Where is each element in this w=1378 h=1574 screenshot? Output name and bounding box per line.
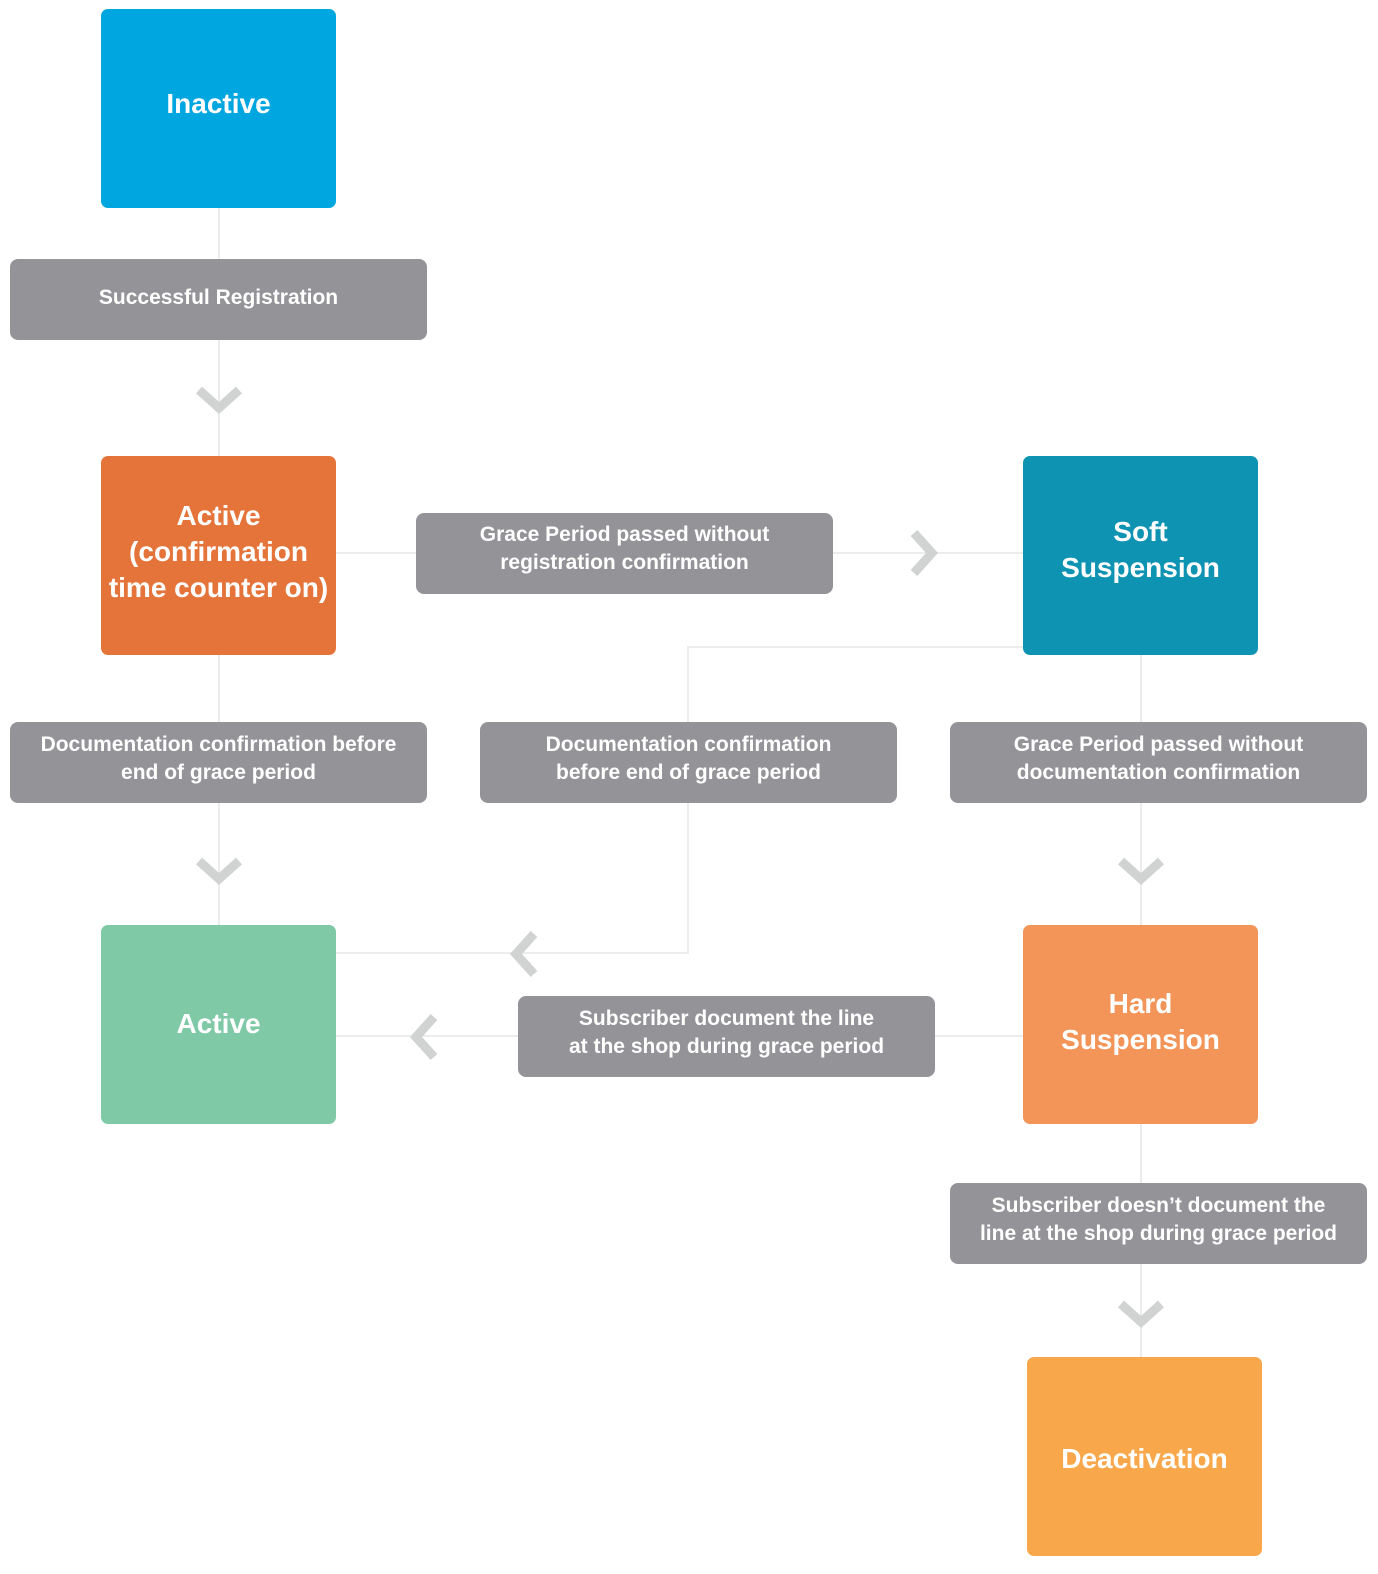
transition-subscriber-not-documents-label: Subscriber doesn’t document the line at … [979, 1193, 1338, 1245]
chevron-right-icon [900, 529, 948, 577]
transition-subscriber-documents-label: Subscriber document the line at the shop… [568, 1006, 885, 1058]
chevron-left-icon [500, 930, 548, 978]
transition-successful-registration-label: Successful Registration [98, 285, 339, 309]
state-inactive[interactable]: Inactive [101, 9, 336, 208]
transition-successful-registration[interactable]: Successful Registration [10, 259, 427, 340]
chevron-left-icon [400, 1013, 448, 1061]
chevron-down-icon [195, 847, 243, 895]
transition-doc-confirm-left[interactable]: Documentation confirmation before end of… [10, 722, 427, 803]
connector-soft-suspension-to-active-h1 [687, 646, 1024, 648]
transition-doc-confirm-left-label: Documentation confirmation before end of… [40, 732, 397, 784]
transition-doc-confirm-middle[interactable]: Documentation confirmation before end of… [480, 722, 897, 803]
state-hard-suspension[interactable]: Hard Suspension [1023, 925, 1258, 1124]
transition-doc-confirm-middle-label: Documentation confirmation before end of… [545, 732, 832, 784]
state-deactivation[interactable]: Deactivation [1027, 1357, 1262, 1556]
transition-subscriber-not-documents[interactable]: Subscriber doesn’t document the line at … [950, 1183, 1367, 1264]
transition-subscriber-documents[interactable]: Subscriber document the line at the shop… [518, 996, 935, 1077]
state-hard-suspension-label: Hard Suspension [1061, 987, 1220, 1055]
state-active-label: Active [176, 1007, 261, 1039]
state-deactivation-label: Deactivation [1061, 1442, 1228, 1474]
transition-grace-no-documentation-label: Grace Period passed without documentatio… [1013, 732, 1304, 784]
state-soft-suspension-label: Soft Suspension [1061, 515, 1220, 583]
transition-grace-no-registration[interactable]: Grace Period passed without registration… [416, 513, 833, 594]
state-soft-suspension[interactable]: Soft Suspension [1023, 456, 1258, 655]
state-active[interactable]: Active [101, 925, 336, 1124]
state-active-confirmation[interactable]: Active (confirmation time counter on) [101, 456, 336, 655]
chevron-down-icon [1117, 1290, 1165, 1338]
transition-grace-no-registration-label: Grace Period passed without registration… [479, 522, 770, 574]
state-inactive-label: Inactive [166, 87, 271, 119]
transition-grace-no-documentation[interactable]: Grace Period passed without documentatio… [950, 722, 1367, 803]
chevron-down-icon [195, 376, 243, 424]
chevron-down-icon [1117, 847, 1165, 895]
state-active-confirmation-label: Active (confirmation time counter on) [108, 499, 329, 603]
